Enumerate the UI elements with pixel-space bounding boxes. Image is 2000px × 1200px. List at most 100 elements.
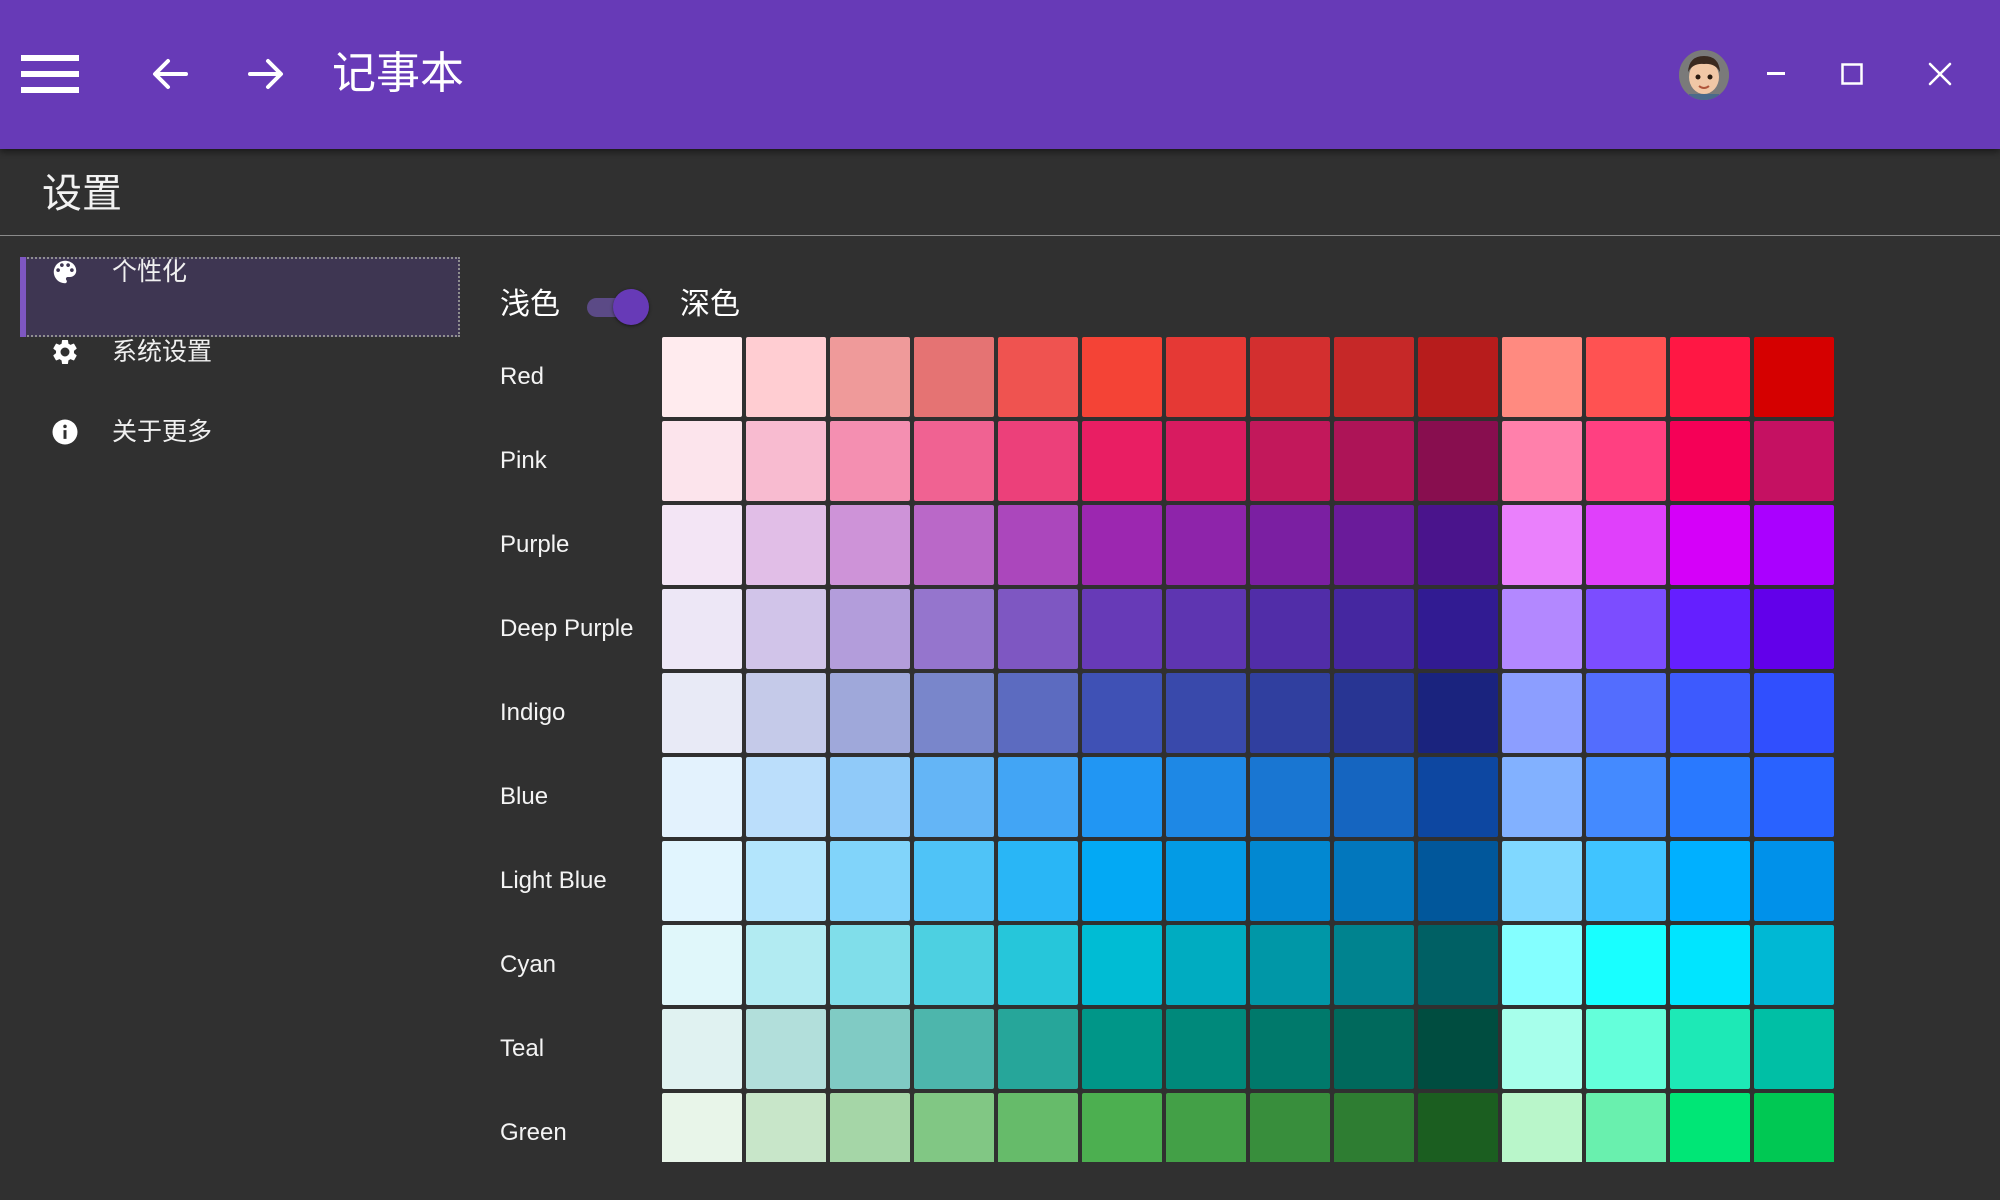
color-swatch[interactable] bbox=[1586, 589, 1666, 669]
color-swatch[interactable] bbox=[1754, 673, 1834, 753]
color-swatch[interactable] bbox=[1586, 1009, 1666, 1089]
color-swatch[interactable] bbox=[1502, 589, 1582, 669]
color-swatch[interactable] bbox=[998, 337, 1078, 417]
color-swatch[interactable] bbox=[1586, 421, 1666, 501]
color-swatch[interactable] bbox=[1670, 1093, 1750, 1162]
user-avatar[interactable] bbox=[1679, 50, 1729, 100]
color-swatch[interactable] bbox=[1334, 589, 1414, 669]
color-swatch[interactable] bbox=[998, 757, 1078, 837]
color-swatch[interactable] bbox=[1082, 1009, 1162, 1089]
color-swatch[interactable] bbox=[1670, 841, 1750, 921]
color-swatch[interactable] bbox=[1166, 757, 1246, 837]
arrow-left-icon[interactable] bbox=[148, 52, 192, 96]
color-swatch[interactable] bbox=[1502, 1009, 1582, 1089]
color-swatch[interactable] bbox=[662, 841, 742, 921]
color-swatch[interactable] bbox=[1502, 505, 1582, 585]
color-swatch[interactable] bbox=[914, 589, 994, 669]
hamburger-menu-icon[interactable] bbox=[20, 50, 80, 98]
color-swatch[interactable] bbox=[662, 421, 742, 501]
color-swatch[interactable] bbox=[746, 1093, 826, 1162]
color-swatch[interactable] bbox=[998, 505, 1078, 585]
color-swatch[interactable] bbox=[746, 925, 826, 1005]
color-swatch[interactable] bbox=[830, 841, 910, 921]
color-swatch[interactable] bbox=[662, 337, 742, 417]
color-swatch[interactable] bbox=[1166, 1009, 1246, 1089]
color-swatch[interactable] bbox=[1334, 1009, 1414, 1089]
color-swatch[interactable] bbox=[1754, 337, 1834, 417]
color-swatch[interactable] bbox=[1334, 1093, 1414, 1162]
color-swatch[interactable] bbox=[1754, 841, 1834, 921]
color-swatch[interactable] bbox=[1586, 841, 1666, 921]
color-swatch[interactable] bbox=[914, 1009, 994, 1089]
color-swatch[interactable] bbox=[830, 925, 910, 1005]
color-swatch[interactable] bbox=[1250, 841, 1330, 921]
color-swatch[interactable] bbox=[1082, 421, 1162, 501]
color-swatch[interactable] bbox=[830, 589, 910, 669]
color-swatch[interactable] bbox=[1166, 589, 1246, 669]
color-swatch[interactable] bbox=[1586, 337, 1666, 417]
color-swatch[interactable] bbox=[1082, 505, 1162, 585]
color-swatch[interactable] bbox=[998, 1093, 1078, 1162]
color-swatch[interactable] bbox=[746, 589, 826, 669]
color-swatch[interactable] bbox=[1250, 925, 1330, 1005]
color-swatch[interactable] bbox=[998, 925, 1078, 1005]
color-swatch[interactable] bbox=[1166, 925, 1246, 1005]
color-swatch[interactable] bbox=[1418, 505, 1498, 585]
color-swatch[interactable] bbox=[1250, 1093, 1330, 1162]
color-swatch[interactable] bbox=[1670, 337, 1750, 417]
color-swatch[interactable] bbox=[830, 757, 910, 837]
color-swatch[interactable] bbox=[662, 1009, 742, 1089]
color-swatch[interactable] bbox=[1754, 757, 1834, 837]
color-swatch[interactable] bbox=[998, 421, 1078, 501]
color-swatch[interactable] bbox=[1502, 841, 1582, 921]
color-swatch[interactable] bbox=[830, 337, 910, 417]
maximize-icon[interactable] bbox=[1830, 52, 1874, 96]
color-swatch[interactable] bbox=[1250, 421, 1330, 501]
color-swatch[interactable] bbox=[1250, 505, 1330, 585]
color-swatch[interactable] bbox=[1250, 337, 1330, 417]
color-swatch[interactable] bbox=[914, 505, 994, 585]
color-swatch[interactable] bbox=[1586, 673, 1666, 753]
color-swatch[interactable] bbox=[1670, 505, 1750, 585]
color-swatch[interactable] bbox=[1082, 589, 1162, 669]
minimize-icon[interactable] bbox=[1754, 52, 1798, 96]
color-swatch[interactable] bbox=[1754, 505, 1834, 585]
color-swatch[interactable] bbox=[1586, 757, 1666, 837]
color-swatch[interactable] bbox=[1418, 1009, 1498, 1089]
color-swatch[interactable] bbox=[1250, 673, 1330, 753]
color-swatch[interactable] bbox=[1334, 925, 1414, 1005]
color-swatch[interactable] bbox=[1082, 841, 1162, 921]
color-swatch[interactable] bbox=[1670, 757, 1750, 837]
color-swatch[interactable] bbox=[1502, 337, 1582, 417]
color-swatch[interactable] bbox=[1754, 421, 1834, 501]
color-swatch[interactable] bbox=[746, 673, 826, 753]
color-swatch[interactable] bbox=[1166, 673, 1246, 753]
color-swatch[interactable] bbox=[662, 673, 742, 753]
color-swatch[interactable] bbox=[1082, 1093, 1162, 1162]
color-swatch[interactable] bbox=[1250, 1009, 1330, 1089]
color-swatch[interactable] bbox=[1082, 925, 1162, 1005]
color-swatch[interactable] bbox=[1418, 673, 1498, 753]
color-swatch[interactable] bbox=[1166, 841, 1246, 921]
color-swatch[interactable] bbox=[830, 1093, 910, 1162]
color-swatch[interactable] bbox=[1754, 1093, 1834, 1162]
color-swatch[interactable] bbox=[998, 841, 1078, 921]
close-icon[interactable] bbox=[1918, 52, 1962, 96]
color-swatch[interactable] bbox=[1586, 925, 1666, 1005]
color-swatch[interactable] bbox=[662, 925, 742, 1005]
color-swatch[interactable] bbox=[1082, 757, 1162, 837]
color-swatch[interactable] bbox=[1502, 757, 1582, 837]
color-swatch[interactable] bbox=[1334, 337, 1414, 417]
color-swatch[interactable] bbox=[998, 1009, 1078, 1089]
color-swatch[interactable] bbox=[1502, 925, 1582, 1005]
color-swatch[interactable] bbox=[1082, 337, 1162, 417]
color-swatch[interactable] bbox=[830, 505, 910, 585]
color-swatch[interactable] bbox=[1586, 505, 1666, 585]
color-swatch[interactable] bbox=[1166, 1093, 1246, 1162]
color-swatch[interactable] bbox=[1418, 421, 1498, 501]
color-swatch[interactable] bbox=[1418, 841, 1498, 921]
color-swatch[interactable] bbox=[914, 337, 994, 417]
color-swatch[interactable] bbox=[1334, 673, 1414, 753]
color-swatch[interactable] bbox=[662, 589, 742, 669]
color-swatch[interactable] bbox=[1250, 757, 1330, 837]
